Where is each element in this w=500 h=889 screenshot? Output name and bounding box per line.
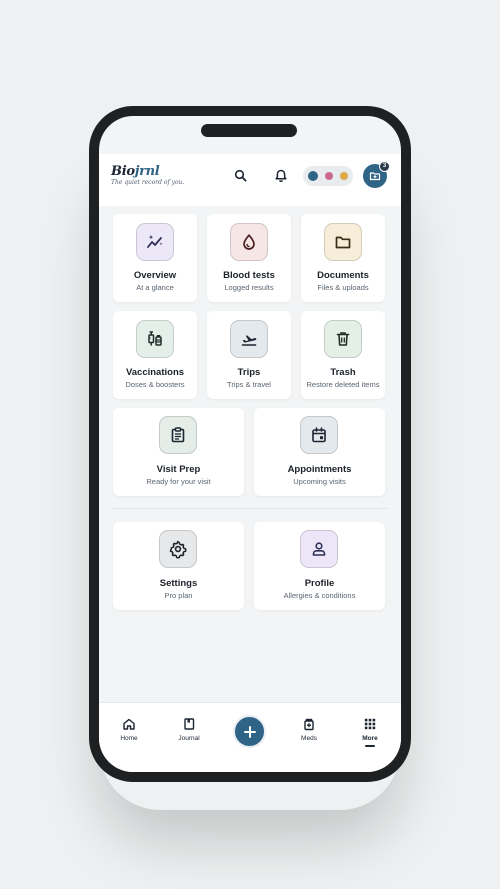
brand-tagline: The quiet record of you. <box>111 179 185 186</box>
tile-subtitle: Pro plan <box>164 591 193 600</box>
tile-trash[interactable]: Trash Restore deleted items <box>301 311 385 399</box>
tile-subtitle: Allergies & conditions <box>283 591 356 600</box>
bottom-tab-bar: Home Journal Meds More <box>99 702 401 772</box>
tile-profile[interactable]: Profile Allergies & conditions <box>254 522 385 610</box>
tile-trips[interactable]: Trips Trips & travel <box>207 311 291 399</box>
tile-title: Blood tests <box>223 270 275 281</box>
profile-dot-2 <box>325 172 333 180</box>
profile-dot-3 <box>340 172 348 180</box>
tab-home[interactable]: Home <box>109 717 149 742</box>
trend-sparkle-icon <box>136 223 174 261</box>
app-header: Biojrnl The quiet record of you. 3 <box>99 154 401 206</box>
section-divider <box>113 508 387 509</box>
tile-title: Trash <box>330 367 356 378</box>
blood-drop-icon <box>230 223 268 261</box>
tile-title: Visit Prep <box>156 464 201 475</box>
journal-icon <box>184 718 195 730</box>
brand-logo[interactable]: Biojrnl The quiet record of you. <box>111 164 184 186</box>
tile-title: Appointments <box>287 464 352 475</box>
phone-frame: Biojrnl The quiet record of you. 3 Overv… <box>89 106 411 782</box>
tile-vaccinations[interactable]: Vaccinations Doses & boosters <box>113 311 197 399</box>
brand-name-part-1: Bio <box>111 164 135 179</box>
active-tab-indicator <box>365 745 375 747</box>
profile-dot-1 <box>308 171 318 181</box>
tab-more[interactable]: More <box>350 717 390 747</box>
folder-badge-icon <box>369 172 381 181</box>
tile-title: Profile <box>304 578 335 589</box>
tile-title: Overview <box>133 270 177 281</box>
trash-icon <box>324 320 362 358</box>
camera-notch <box>201 124 297 137</box>
calendar-icon <box>300 416 338 454</box>
tile-visit-prep[interactable]: Visit Prep Ready for your visit <box>113 408 244 496</box>
tab-label: More <box>362 735 378 742</box>
tile-subtitle: Upcoming visits <box>293 477 346 486</box>
tile-settings[interactable]: Settings Pro plan <box>113 522 244 610</box>
tile-subtitle: Doses & boosters <box>125 380 185 389</box>
plus-icon <box>243 725 256 738</box>
search-icon[interactable] <box>233 168 249 184</box>
tile-documents[interactable]: Documents Files & uploads <box>301 214 385 302</box>
tile-subtitle: Logged results <box>224 283 274 292</box>
app-screen: Biojrnl The quiet record of you. 3 Overv… <box>99 116 401 772</box>
tile-title: Trips <box>237 367 261 378</box>
tile-subtitle: Restore deleted items <box>306 380 380 389</box>
notification-badge: 3 <box>379 161 390 172</box>
medicine-icon <box>304 718 314 731</box>
tab-journal[interactable]: Journal <box>169 717 209 742</box>
clipboard-icon <box>159 416 197 454</box>
tile-appointments[interactable]: Appointments Upcoming visits <box>254 408 385 496</box>
tile-blood-tests[interactable]: Blood tests Logged results <box>207 214 291 302</box>
person-icon <box>300 530 338 568</box>
add-entry-button[interactable] <box>233 715 266 748</box>
tab-meds[interactable]: Meds <box>289 717 329 742</box>
tile-title: Settings <box>159 578 198 589</box>
profile-switcher[interactable] <box>303 166 353 186</box>
tile-subtitle: Ready for your visit <box>146 477 211 486</box>
tab-label: Home <box>120 735 138 742</box>
bell-icon[interactable] <box>273 168 289 184</box>
inbox-button[interactable]: 3 <box>363 161 390 188</box>
plane-departure-icon <box>230 320 268 358</box>
tab-label: Journal <box>178 735 200 742</box>
brand-name: Biojrnl <box>111 164 184 179</box>
syringe-vial-icon <box>136 320 174 358</box>
tile-title: Vaccinations <box>125 367 185 378</box>
home-icon <box>123 718 135 730</box>
tab-label: Meds <box>301 735 317 742</box>
tile-subtitle: At a glance <box>136 283 174 292</box>
tile-subtitle: Trips & travel <box>227 380 271 389</box>
tile-subtitle: Files & uploads <box>317 283 369 292</box>
folder-icon <box>324 223 362 261</box>
tile-title: Documents <box>317 270 369 281</box>
grid-icon <box>364 718 376 730</box>
brand-name-part-2: jrnl <box>134 164 160 179</box>
tile-overview[interactable]: Overview At a glance <box>113 214 197 302</box>
gear-icon <box>159 530 197 568</box>
